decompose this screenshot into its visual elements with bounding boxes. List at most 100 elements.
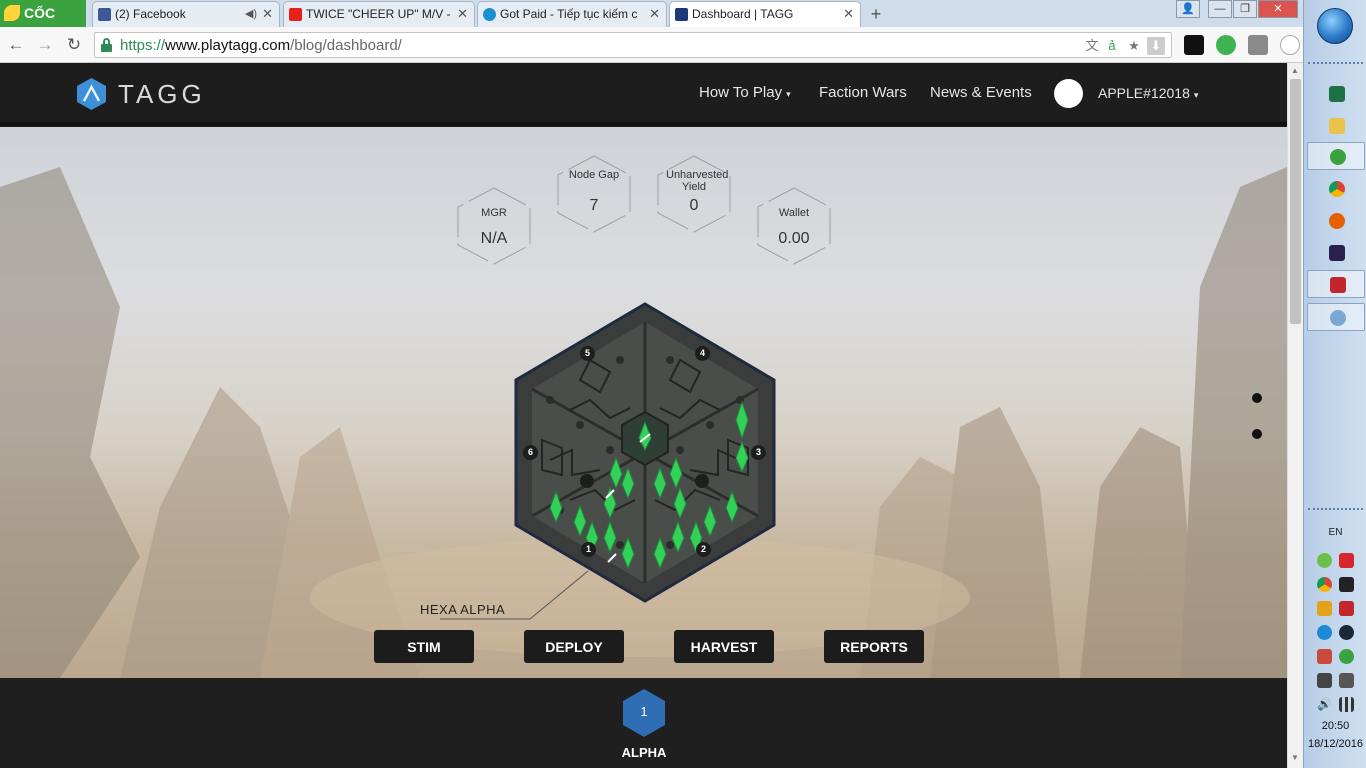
download-icon[interactable]: ⬇ <box>1147 37 1165 55</box>
url-text[interactable]: https://www.playtagg.com/blog/dashboard/ <box>120 37 402 54</box>
bookmark-star-icon[interactable]: ★ <box>1125 37 1143 55</box>
sector-marker-3[interactable]: 3 <box>751 445 766 460</box>
windows-start-icon[interactable] <box>1317 8 1353 44</box>
tab-title: TWICE "CHEER UP" M/V - <box>306 7 451 21</box>
tray-teamviewer-icon[interactable] <box>1317 625 1332 640</box>
tray-grip[interactable] <box>1308 508 1363 512</box>
page-dot-2[interactable] <box>1252 429 1262 439</box>
chevron-down-icon: ▾ <box>786 89 791 99</box>
reload-icon[interactable]: ↻ <box>64 35 84 55</box>
tab-title: Dashboard | TAGG <box>692 7 794 21</box>
stat-value: N/A <box>480 230 508 247</box>
clock-date[interactable]: 18/12/2016 <box>1304 738 1366 750</box>
avatar[interactable] <box>1054 79 1083 108</box>
translate-icon[interactable]: 文 <box>1083 37 1101 55</box>
minimize-icon[interactable]: — <box>1208 0 1232 18</box>
sector-marker-2[interactable]: 2 <box>696 542 711 557</box>
hexa-alpha-board[interactable] <box>510 300 780 605</box>
address-bar[interactable]: https://www.playtagg.com/blog/dashboard/… <box>94 32 1172 58</box>
vietnamese-input-icon[interactable]: ả <box>1103 37 1121 55</box>
tray-check-icon[interactable] <box>1317 553 1332 568</box>
tray-network-globe-icon[interactable] <box>1339 649 1354 664</box>
taskbar-grip[interactable] <box>1308 62 1363 66</box>
clock-time[interactable]: 20:50 <box>1304 720 1366 732</box>
tray-x-icon[interactable] <box>1339 553 1354 568</box>
hexa-callout-line <box>440 570 589 620</box>
sector-marker-1[interactable]: 1 <box>581 542 596 557</box>
taskbar-app-excel[interactable] <box>1307 80 1365 108</box>
stat-node-gap: Node Gap 7 <box>556 154 632 233</box>
user-menu[interactable]: APPLE#12018 ▾ <box>1098 85 1198 101</box>
stat-label: MGR <box>481 207 507 219</box>
nav-faction-wars[interactable]: Faction Wars <box>819 84 907 101</box>
page-scrollbar[interactable]: ▲ ▼ <box>1287 63 1303 768</box>
firefox-icon <box>1329 213 1345 229</box>
sector-marker-4[interactable]: 4 <box>695 346 710 361</box>
taskbar-app-after-effects[interactable] <box>1307 239 1365 267</box>
lock-icon <box>101 38 112 52</box>
network-signal-icon[interactable] <box>1339 697 1354 712</box>
close-tab-icon[interactable]: ✕ <box>262 2 273 26</box>
browser-tab-strip: CỐC CỐC (2) Facebook ◀) ✕ TWICE "CHEER U… <box>0 0 1303 48</box>
close-tab-icon[interactable]: ✕ <box>843 2 854 26</box>
site-header: TAGG How To Play ▾ Faction Wars News & Ev… <box>0 63 1287 126</box>
stat-value: 7 <box>589 197 599 214</box>
extension-circle-icon[interactable] <box>1280 35 1300 55</box>
scroll-down-arrow-icon[interactable]: ▼ <box>1291 753 1299 762</box>
chrome-icon <box>1329 181 1345 197</box>
volume-icon[interactable]: 🔊 <box>1317 697 1332 712</box>
tray-pen-icon[interactable] <box>1317 673 1332 688</box>
taskbar-app-explorer[interactable] <box>1307 112 1365 140</box>
tab-got-paid[interactable]: Got Paid - Tiếp tục kiếm c ✕ <box>477 1 667 27</box>
taskbar-app-firefox[interactable] <box>1307 207 1365 235</box>
browser-brand-logo[interactable]: CỐC CỐC <box>0 0 86 48</box>
taskbar-app-coccoc[interactable] <box>1307 142 1365 170</box>
speaker-mute-icon[interactable]: ◀) <box>245 2 257 26</box>
forward-arrow-icon[interactable]: → <box>35 35 55 55</box>
tab-dashboard-tagg[interactable]: Dashboard | TAGG ✕ <box>669 1 861 27</box>
nav-how-to-play[interactable]: How To Play ▾ <box>699 84 791 101</box>
new-tab-plus-icon[interactable]: + <box>866 4 886 24</box>
taskbar-app-chrome[interactable] <box>1307 175 1365 203</box>
scroll-up-arrow-icon[interactable]: ▲ <box>1291 66 1299 75</box>
close-tab-icon[interactable]: ✕ <box>649 2 660 26</box>
extension-power-icon[interactable] <box>1216 35 1236 55</box>
coccoc-leaf-icon <box>4 5 20 21</box>
stat-value: 0 <box>689 197 699 214</box>
restore-icon[interactable]: ❐ <box>1233 0 1257 18</box>
tray-vivaldi-icon[interactable] <box>1339 601 1354 616</box>
reports-button[interactable]: REPORTS <box>824 630 924 663</box>
tab-youtube[interactable]: TWICE "CHEER UP" M/V - ✕ <box>283 1 475 27</box>
extension-off-icon[interactable] <box>1184 35 1204 55</box>
chevron-down-icon: ▾ <box>1193 90 1199 100</box>
tagg-logo-icon[interactable] <box>77 78 106 110</box>
sector-marker-6[interactable]: 6 <box>523 445 538 460</box>
stat-mgr: MGR N/A <box>456 186 532 265</box>
tray-chrome-icon[interactable] <box>1317 577 1332 592</box>
close-tab-icon[interactable]: ✕ <box>457 2 468 26</box>
hexa-badge-name[interactable]: ALPHA <box>600 745 688 760</box>
tray-steam-icon[interactable] <box>1339 625 1354 640</box>
hexa-selector-bar: 1 ALPHA <box>0 678 1287 768</box>
back-arrow-icon[interactable]: ← <box>6 35 26 55</box>
close-window-icon[interactable]: ✕ <box>1258 0 1298 18</box>
tab-facebook[interactable]: (2) Facebook ◀) ✕ <box>92 1 280 27</box>
tray-warning-icon[interactable] <box>1317 601 1332 616</box>
site-logo-text[interactable]: TAGG <box>118 79 206 110</box>
tray-app-icon[interactable] <box>1317 649 1332 664</box>
user-profile-icon[interactable]: 👤 <box>1176 0 1200 18</box>
tray-logitech-icon[interactable] <box>1339 577 1354 592</box>
sector-marker-5[interactable]: 5 <box>580 346 595 361</box>
extension-rocket-icon[interactable] <box>1248 35 1268 55</box>
taskbar-app-paint[interactable] <box>1307 303 1365 331</box>
deploy-button[interactable]: DEPLOY <box>524 630 624 663</box>
nav-news-events[interactable]: News & Events <box>930 84 1032 101</box>
tray-usb-icon[interactable] <box>1339 673 1354 688</box>
scrollbar-thumb[interactable] <box>1290 79 1301 324</box>
hexa-badge-number[interactable]: 1 <box>622 704 666 719</box>
taskbar-app-red[interactable] <box>1307 270 1365 298</box>
input-language-indicator[interactable]: EN <box>1304 527 1366 538</box>
harvest-button[interactable]: HARVEST <box>674 630 774 663</box>
stim-button[interactable]: STIM <box>374 630 474 663</box>
page-dot-1[interactable] <box>1252 393 1262 403</box>
